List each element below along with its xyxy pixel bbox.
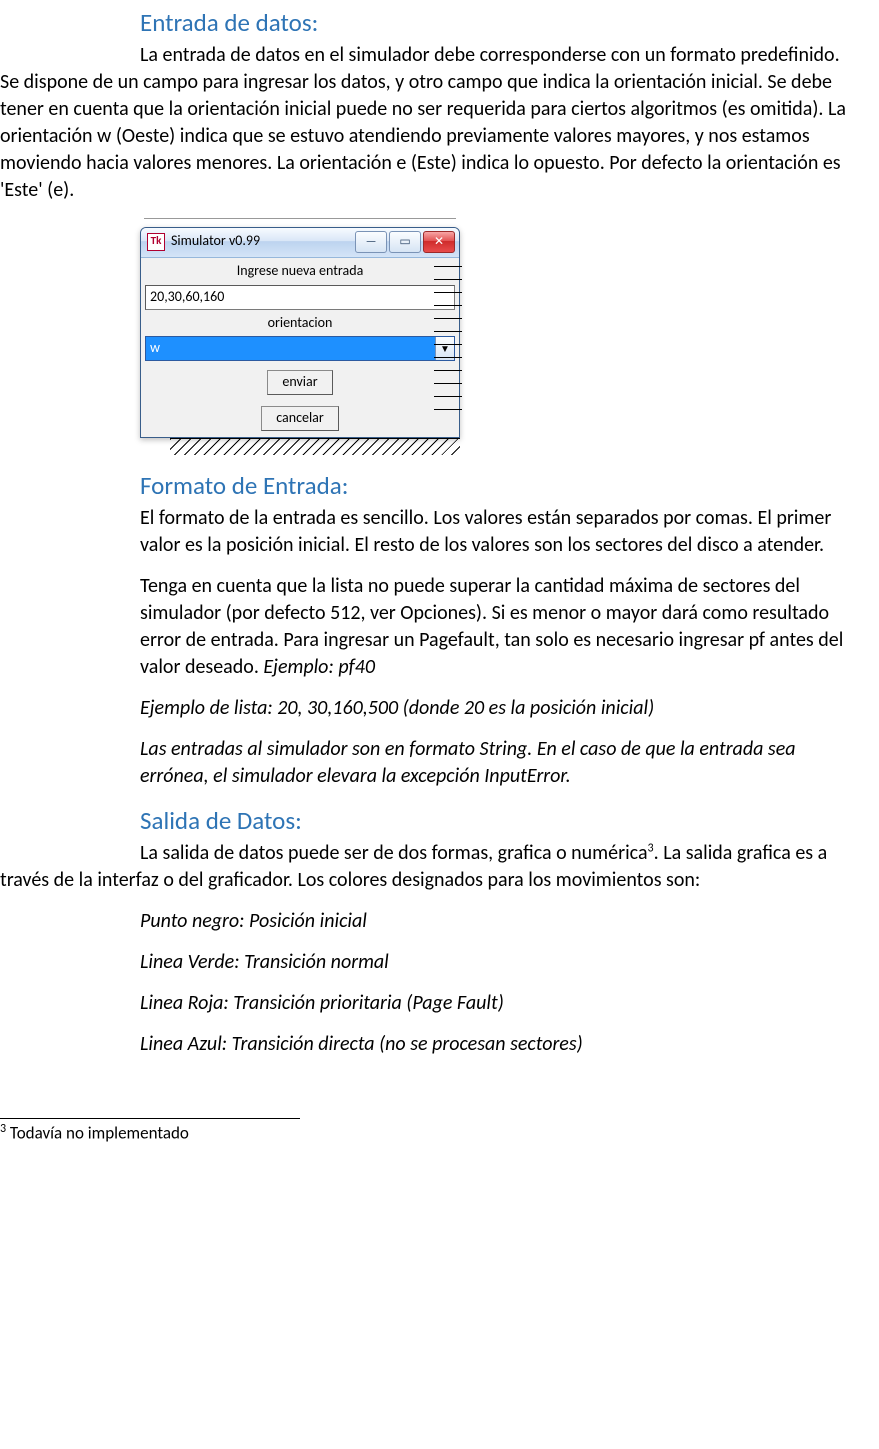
heading-salida: Salida de Datos: [140, 804, 879, 838]
footnote-separator [0, 1118, 300, 1119]
close-button[interactable]: ✕ [423, 231, 455, 253]
cancel-button[interactable]: cancelar [261, 406, 339, 431]
para-formato-1: El formato de la entrada es sencillo. Lo… [140, 505, 861, 559]
titlebar: Tk Simulator v0.99 — ▭ ✕ [141, 228, 459, 258]
footnote-3: 3 Todavía no implementado [0, 1121, 879, 1146]
orientation-combobox[interactable]: w ▼ [145, 336, 455, 361]
close-icon: ✕ [434, 234, 444, 250]
simulator-screenshot: Tk Simulator v0.99 — ▭ ✕ Ingrese nueva e… [140, 218, 460, 455]
heading-entrada: Entrada de datos: [140, 6, 879, 40]
minimize-icon: — [366, 234, 377, 250]
para-formato-4: Las entradas al simulador son en formato… [140, 736, 861, 790]
text: La salida de datos puede ser de dos form… [140, 841, 648, 865]
para-salida-1: La salida de datos puede ser de dos form… [0, 840, 861, 894]
para-formato-3: Ejemplo de lista: 20, 30,160,500 (donde … [140, 695, 861, 722]
chevron-down-icon[interactable]: ▼ [435, 337, 454, 360]
list-item: Punto negro: Posición inicial [140, 908, 861, 935]
heading-formato: Formato de Entrada: [140, 469, 879, 503]
example-pf: Ejemplo: pf40 [263, 655, 375, 679]
list-item: Linea Verde: Transición normal [140, 949, 861, 976]
list-item: Linea Roja: Transición prioritaria (Page… [140, 990, 861, 1017]
entry-input[interactable]: 20,30,60,160 [145, 285, 455, 310]
window-title: Simulator v0.99 [171, 232, 349, 251]
maximize-button[interactable]: ▭ [389, 231, 421, 253]
list-item: Linea Azul: Transición directa (no se pr… [140, 1031, 861, 1058]
simulator-window: Tk Simulator v0.99 — ▭ ✕ Ingrese nueva e… [140, 227, 460, 438]
tk-icon: Tk [147, 233, 165, 251]
maximize-icon: ▭ [399, 234, 410, 250]
label-orientation: orientacion [143, 310, 457, 337]
text: Tenga en cuenta que la lista no puede su… [140, 574, 843, 679]
send-button[interactable]: enviar [267, 370, 332, 395]
para-formato-2: Tenga en cuenta que la lista no puede su… [140, 573, 861, 681]
orientation-value: w [146, 337, 435, 360]
minimize-button[interactable]: — [355, 231, 387, 253]
footnote-text: Todavía no implementado [6, 1122, 189, 1143]
para-entrada: La entrada de datos en el simulador debe… [0, 42, 861, 204]
label-new-entry: Ingrese nueva entrada [143, 258, 457, 285]
